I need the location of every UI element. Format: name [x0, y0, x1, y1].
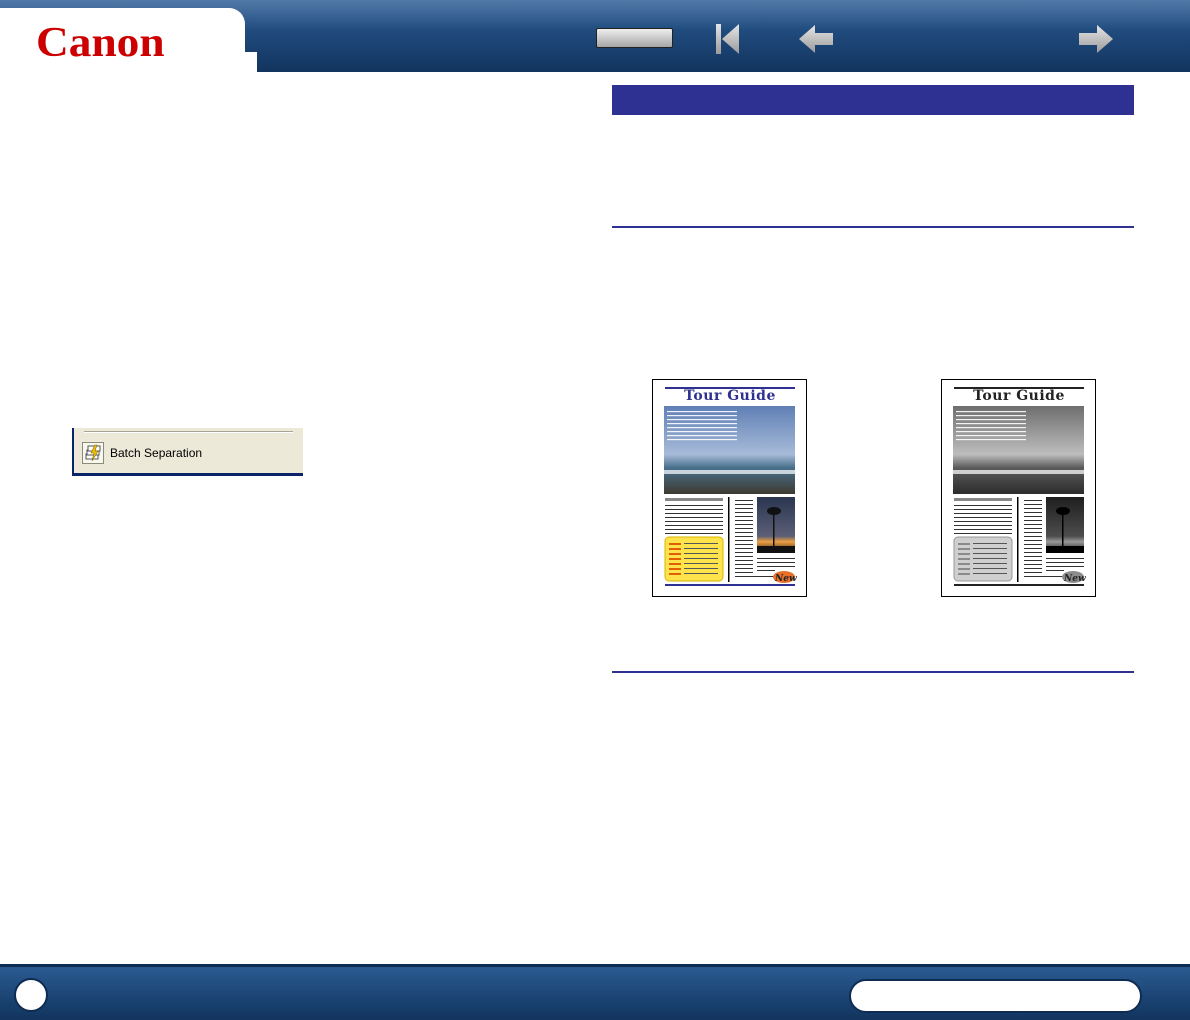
footer-top-line — [0, 964, 1190, 967]
color-document-example: New Tour Guide — [652, 379, 807, 597]
table-of-contents-button[interactable] — [596, 28, 673, 48]
section-divider-bottom — [612, 671, 1134, 673]
batch-separation-label: Batch Separation — [110, 446, 203, 460]
page-number-badge — [14, 978, 48, 1012]
tour-guide-title-gray: Tour Guide — [973, 388, 1065, 404]
footer-label-pill — [849, 979, 1142, 1013]
color-document-art: New — [664, 387, 797, 586]
skip-to-first-icon[interactable] — [713, 22, 741, 56]
toolbar-screenshot: Batch Separation — [72, 428, 303, 476]
section-title-bar — [612, 85, 1134, 115]
batch-separation-button[interactable]: Batch Separation — [82, 442, 202, 464]
tour-guide-title: Tour Guide — [684, 388, 776, 404]
section-divider — [612, 226, 1134, 228]
grayscale-document-example: New Tour Guide — [941, 379, 1096, 597]
grayscale-document-art: New — [953, 387, 1086, 586]
canon-logo: Canon — [36, 20, 165, 66]
toolbar-divider-highlight — [84, 432, 293, 433]
footer-bar — [0, 964, 1190, 1020]
arrow-left-icon[interactable] — [799, 25, 835, 53]
arrow-right-icon[interactable] — [1077, 25, 1113, 53]
new-badge-text: New — [774, 574, 797, 584]
new-badge-text-gray: New — [1063, 574, 1086, 584]
batch-separation-icon — [82, 442, 104, 464]
